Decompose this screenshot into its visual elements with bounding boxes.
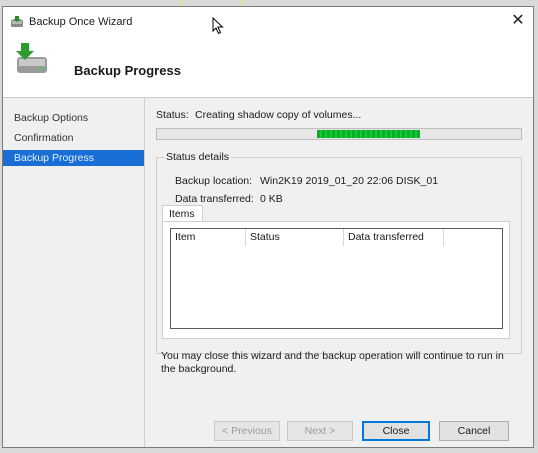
nav-item-confirmation[interactable]: Confirmation bbox=[3, 130, 144, 146]
status-label: Status: bbox=[156, 109, 189, 121]
backup-location-value: Win2K19 2019_01_20 22:06 DISK_01 bbox=[260, 175, 439, 187]
title-bar: Backup Once Wizard ✕ bbox=[3, 7, 533, 37]
status-value: Creating shadow copy of volumes... bbox=[195, 109, 362, 121]
backup-wizard-icon bbox=[16, 43, 47, 73]
backup-location-label: Backup location: bbox=[175, 175, 253, 187]
progress-marquee bbox=[317, 130, 420, 138]
tab-items[interactable]: Items bbox=[162, 205, 203, 222]
items-list[interactable]: Item Status Data transferred bbox=[170, 228, 503, 329]
column-header-status[interactable]: Status bbox=[246, 229, 344, 246]
backup-progress-bar bbox=[156, 128, 522, 140]
wizard-window: Backup Once Wizard ✕ Backup Progress Bac… bbox=[2, 6, 534, 448]
button-bar: < Previous Next > Close Cancel bbox=[145, 410, 533, 447]
data-transferred-value: 0 KB bbox=[260, 193, 283, 205]
cancel-button[interactable]: Cancel bbox=[439, 421, 509, 441]
mouse-pointer-icon bbox=[212, 17, 224, 35]
wizard-nav: Backup Options Confirmation Backup Progr… bbox=[3, 98, 145, 447]
close-button[interactable]: Close bbox=[362, 421, 430, 441]
data-transferred-label: Data transferred: bbox=[175, 193, 254, 205]
page-title: Backup Progress bbox=[74, 63, 181, 78]
window-title: Backup Once Wizard bbox=[29, 16, 133, 28]
nav-item-backup-progress[interactable]: Backup Progress bbox=[3, 150, 144, 166]
background-run-note: You may close this wizard and the backup… bbox=[161, 350, 504, 375]
wizard-header: Backup Progress bbox=[3, 37, 533, 98]
items-tab-panel: Item Status Data transferred bbox=[162, 221, 510, 339]
column-header-data-transferred[interactable]: Data transferred bbox=[344, 229, 444, 246]
wizard-content: Status: Creating shadow copy of volumes.… bbox=[145, 98, 533, 410]
column-header-item[interactable]: Item bbox=[171, 229, 246, 246]
status-details-legend: Status details bbox=[164, 151, 232, 163]
next-button[interactable]: Next > bbox=[287, 421, 353, 441]
nav-item-backup-options[interactable]: Backup Options bbox=[3, 110, 144, 126]
previous-button[interactable]: < Previous bbox=[214, 421, 280, 441]
backup-app-icon bbox=[11, 16, 23, 27]
close-icon[interactable]: ✕ bbox=[509, 12, 527, 30]
